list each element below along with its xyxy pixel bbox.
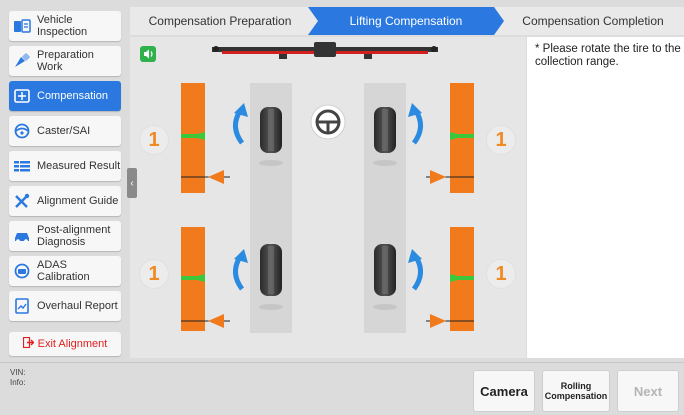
axle-icon	[212, 42, 438, 59]
rotate-arrow-icon	[233, 103, 248, 145]
gauge-front-right	[426, 83, 474, 193]
sidebar-item-compensation[interactable]: Compensation	[9, 81, 121, 111]
sidebar-item-label: Post-alignment Diagnosis	[37, 224, 111, 248]
post-diagnosis-icon	[9, 221, 35, 251]
sidebar-item-label: Preparation Work	[37, 49, 94, 73]
sidebar-item-adas-calibration[interactable]: ADAS Calibration	[9, 256, 121, 286]
sidebar-item-label: Overhaul Report	[37, 300, 118, 312]
sidebar-item-label: Vehicle Inspection	[37, 14, 88, 38]
adas-icon	[9, 256, 35, 286]
gauge-rear-right	[426, 227, 474, 331]
alignment-guide-icon	[9, 186, 35, 216]
rolling-compensation-button[interactable]: Rolling Compensation	[542, 370, 610, 412]
vehicle-inspection-icon	[9, 11, 35, 41]
sidebar-item-overhaul-report[interactable]: Overhaul Report	[9, 291, 121, 321]
vehicle-info: VIN: Info:	[10, 368, 26, 388]
step-label: Lifting Compensation	[349, 14, 463, 28]
measured-result-icon	[9, 151, 35, 181]
step-label: Compensation Preparation	[148, 14, 292, 28]
exit-alignment-label: Exit Alignment	[37, 338, 108, 350]
camera-button[interactable]: Camera	[473, 370, 535, 412]
camera-button-label: Camera	[480, 383, 528, 399]
instruction-panel: * Please rotate the tire to the collecti…	[527, 37, 684, 358]
caster-icon	[9, 116, 35, 146]
rotate-arrow-icon	[408, 249, 423, 291]
gauge-value-front-right: 1	[486, 125, 516, 155]
gauge-rear-left	[181, 227, 230, 331]
exit-icon	[22, 335, 35, 353]
sidebar-item-preparation-work[interactable]: Preparation Work	[9, 46, 121, 76]
sidebar-item-label: ADAS Calibration	[37, 259, 90, 283]
sidebar-item-label: Compensation	[37, 90, 108, 102]
overhaul-report-icon	[9, 291, 35, 321]
gauge-value-rear-right: 1	[486, 259, 516, 289]
steering-wheel-icon	[310, 104, 346, 140]
sidebar-item-caster-sai[interactable]: Caster/SAI	[9, 116, 121, 146]
gauge-value-front-left: 1	[139, 125, 169, 155]
sidebar-item-label: Measured Result	[37, 160, 121, 172]
wheel-compensation-diagram	[181, 42, 474, 333]
sidebar: Vehicle Inspection Preparation Work Comp…	[0, 0, 125, 362]
info-label: Info:	[10, 378, 26, 387]
preparation-icon	[9, 46, 35, 76]
next-button[interactable]: Next	[617, 370, 679, 412]
gauge-value-rear-left: 1	[139, 259, 169, 289]
vin-label: VIN:	[10, 368, 26, 377]
gauge-front-left	[181, 83, 230, 193]
sidebar-item-post-alignment-diagnosis[interactable]: Post-alignment Diagnosis	[9, 221, 121, 251]
step-lifting-compensation: Lifting Compensation	[316, 7, 496, 35]
sidebar-item-alignment-guide[interactable]: Alignment Guide	[9, 186, 121, 216]
step-compensation-preparation: Compensation Preparation	[130, 7, 310, 35]
step-label: Compensation Completion	[522, 14, 664, 28]
step-compensation-completion: Compensation Completion	[502, 7, 684, 35]
next-button-label: Next	[633, 383, 663, 399]
rolling-compensation-label: Rolling Compensation	[544, 381, 608, 401]
step-progress-bar: Compensation Preparation Lifting Compens…	[130, 7, 684, 35]
instruction-text: * Please rotate the tire to the collecti…	[535, 43, 681, 68]
rotate-arrow-icon	[233, 249, 248, 291]
rotate-arrow-icon	[408, 103, 423, 145]
compensation-icon	[9, 81, 35, 111]
sidebar-item-vehicle-inspection[interactable]: Vehicle Inspection	[9, 11, 121, 41]
sidebar-item-label: Caster/SAI	[37, 125, 91, 137]
exit-alignment-button[interactable]: Exit Alignment	[9, 332, 121, 356]
sidebar-item-label: Alignment Guide	[37, 195, 119, 207]
sidebar-item-measured-result[interactable]: Measured Result	[9, 151, 121, 181]
